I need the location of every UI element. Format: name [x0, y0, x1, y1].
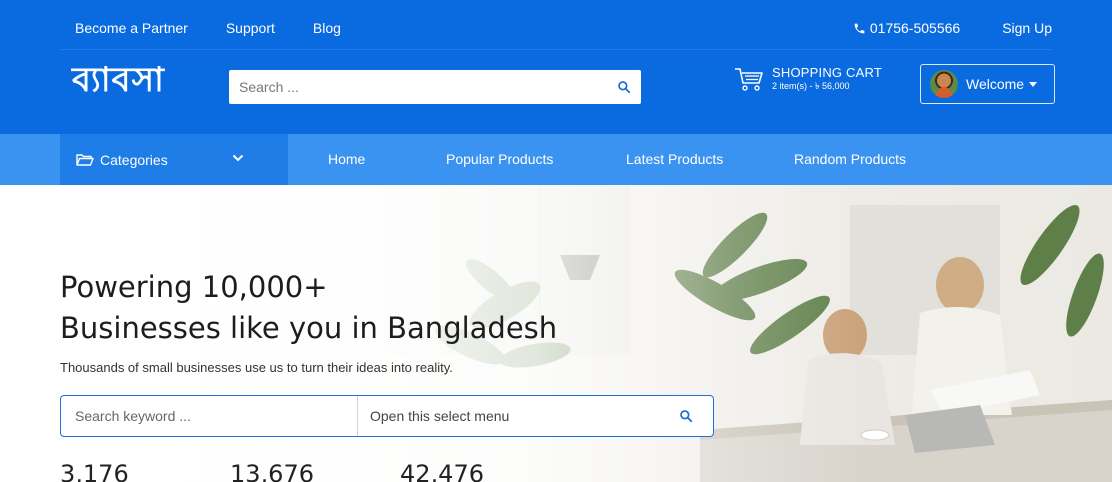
cart-icon: [735, 68, 763, 91]
cart-text: SHOPPING CART 2 item(s) - ৳ 56,000: [772, 64, 882, 92]
stat-value-1: 3,176: [60, 460, 129, 482]
header-search-button[interactable]: [607, 70, 641, 104]
welcome-dropdown[interactable]: Welcome: [920, 64, 1055, 104]
nav-home[interactable]: Home: [328, 151, 365, 167]
hero-subtitle: Thousands of small businesses use us to …: [60, 360, 453, 375]
hero-title-line2: Businesses like you in Bangladesh: [60, 311, 558, 345]
signup-link[interactable]: Sign Up: [1002, 20, 1052, 36]
become-partner-link[interactable]: Become a Partner: [75, 20, 188, 36]
categories-dropdown[interactable]: Categories: [60, 134, 288, 185]
stat-value-2: 13,676: [230, 460, 314, 482]
nav-popular-products[interactable]: Popular Products: [446, 151, 553, 167]
blog-link[interactable]: Blog: [313, 20, 341, 36]
keyword-search-input[interactable]: [61, 396, 357, 436]
header-search-input[interactable]: [229, 70, 607, 104]
hero-search-bar: Open this select menu: [60, 395, 714, 437]
nav-random-products[interactable]: Random Products: [794, 151, 906, 167]
support-link[interactable]: Support: [226, 20, 275, 36]
hero-section: Powering 10,000+ Businesses like you in …: [0, 185, 1112, 482]
shopping-cart[interactable]: SHOPPING CART 2 item(s) - ৳ 56,000: [734, 66, 882, 92]
search-icon: [618, 81, 631, 94]
top-right: 01756-505566 Sign Up: [853, 20, 1052, 36]
site-logo[interactable]: ব্যাবসা: [72, 54, 165, 111]
nav-latest-products[interactable]: Latest Products: [626, 151, 723, 167]
phone-contact[interactable]: 01756-505566: [853, 20, 960, 36]
hero-title-line1: Powering 10,000+: [60, 270, 328, 304]
header-search: [229, 70, 641, 104]
folder-open-icon: [76, 153, 94, 166]
cart-summary: 2 item(s) - ৳ 56,000: [772, 80, 850, 91]
category-select[interactable]: Open this select menu: [358, 396, 658, 436]
cart-title: SHOPPING CART: [772, 64, 882, 80]
stat-value-3: 42,476: [400, 460, 484, 482]
welcome-label: Welcome: [966, 76, 1025, 92]
caret-down-icon: [1029, 81, 1038, 87]
phone-icon: [854, 23, 865, 33]
chevron-down-icon: [232, 154, 244, 162]
phone-number: 01756-505566: [869, 20, 961, 36]
user-avatar: [930, 70, 958, 98]
categories-label: Categories: [100, 151, 168, 168]
search-icon: [679, 410, 692, 423]
top-links: Become a Partner Support Blog: [75, 20, 379, 36]
header-divider: [60, 49, 1052, 50]
hero-search-button[interactable]: [658, 396, 713, 436]
